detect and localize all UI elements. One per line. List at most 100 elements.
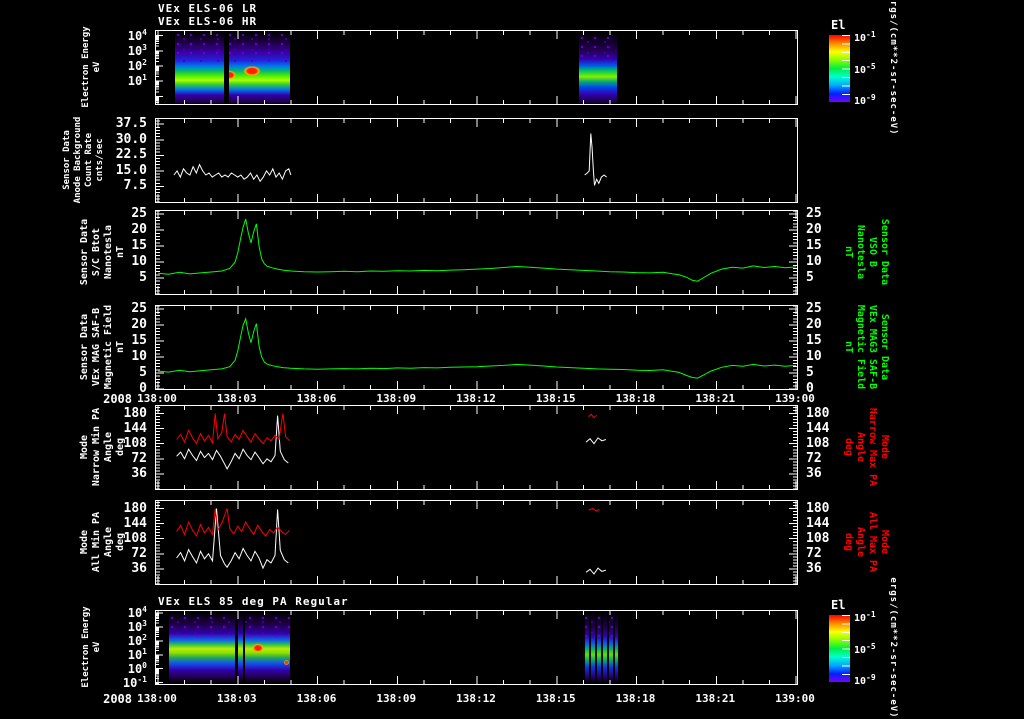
plot-area-p3[interactable] xyxy=(155,210,798,295)
y-tick-label: 72 xyxy=(806,545,822,561)
panel7-ylabel: Electron Energy eV xyxy=(81,606,102,688)
y-tick-label: 30.0 xyxy=(115,131,147,147)
series-all-min-pa-seg2 xyxy=(585,567,607,575)
x-tick-label: 138:09 xyxy=(376,392,417,405)
x-tick-label: 138:15 xyxy=(535,392,576,405)
plot-area-p5[interactable] xyxy=(155,405,798,490)
colorbar-tick-label: 10-5 xyxy=(854,61,876,76)
panel-ticks-and-series xyxy=(156,306,797,389)
y-tick-label: 25 xyxy=(806,301,822,317)
plot-area-p2[interactable] xyxy=(155,118,798,203)
y-tick-label: 144 xyxy=(806,420,830,436)
panel-ticks-and-series xyxy=(156,501,797,584)
y-tick-label: 36 xyxy=(806,560,822,576)
colorbar-tick-label: 10-9 xyxy=(854,672,876,688)
year-label-bottom: 2008 xyxy=(103,692,132,706)
y-tick-label: 15.0 xyxy=(115,162,147,178)
plot-area-p1[interactable] xyxy=(155,30,798,105)
y-tick-label: 10 xyxy=(806,349,822,365)
y-tick-label: 102 xyxy=(127,632,147,648)
y-tick-label: 7.5 xyxy=(123,178,147,194)
panel2-ylabel: Sensor Data Anode Background Count Rate … xyxy=(62,116,105,204)
series-narrow-min-pa-seg1 xyxy=(176,415,289,470)
panel1-ylabel: Electron Energy eV xyxy=(81,26,102,108)
y-tick-label: 25 xyxy=(806,206,822,222)
x-tick-label: 138:18 xyxy=(615,392,656,405)
series-count-rate-seg1 xyxy=(173,163,292,183)
y-tick-label: 103 xyxy=(127,618,147,634)
colorbar-minor-ticks xyxy=(842,615,850,682)
y-tick-label: 108 xyxy=(806,435,830,451)
x-tick-label: 139:00 xyxy=(775,392,815,405)
colorbar-tick-label: 10-1 xyxy=(854,29,876,45)
y-tick-label: 104 xyxy=(127,605,147,621)
x-tick-label: 138:12 xyxy=(456,392,496,405)
y-tick-label: 20 xyxy=(131,317,147,333)
series-narrow-max-pa-seg2 xyxy=(588,413,597,419)
colorbar-label: El xyxy=(831,598,846,612)
y-tick-label: 100 xyxy=(127,660,147,676)
colorbar-tick-label: 10-5 xyxy=(854,641,876,656)
y-tick-label: 108 xyxy=(123,435,147,451)
y-tick-label: 37.5 xyxy=(115,116,147,132)
y-tick-label: 20 xyxy=(806,222,822,238)
colorbar-units-bottom: ergs/(cm**2-sr-sec-eV) xyxy=(888,577,898,719)
y-tick-label: 10 xyxy=(806,254,822,270)
colorbar-tick-label: 10-1 xyxy=(854,609,876,625)
plot-area-p6[interactable] xyxy=(155,500,798,585)
x-tick-label: 138:09 xyxy=(376,692,417,705)
plot-area-p4[interactable] xyxy=(155,305,798,390)
x-tick-label: 138:03 xyxy=(216,692,257,705)
y-tick-label: 102 xyxy=(127,57,147,73)
y-tick-label: 5 xyxy=(806,365,814,381)
panel-ticks-and-series xyxy=(156,611,797,684)
y-tick-label: 15 xyxy=(806,238,822,254)
y-tick-label: 10-1 xyxy=(122,674,147,690)
colorbar-label: El xyxy=(831,18,846,32)
y-tick-label: 180 xyxy=(806,405,830,421)
x-tick-label: 138:21 xyxy=(695,692,736,705)
y-tick-label: 108 xyxy=(123,530,147,546)
series-all-min-pa-seg1 xyxy=(176,508,289,570)
y-tick-label: 25 xyxy=(131,301,147,317)
y-tick-label: 103 xyxy=(127,42,147,58)
x-tick-label: 138:03 xyxy=(216,392,257,405)
x-tick-label: 138:06 xyxy=(296,392,337,405)
y-tick-label: 101 xyxy=(127,646,147,662)
panel-ticks-and-series xyxy=(156,406,797,489)
y-tick-label: 144 xyxy=(123,515,147,531)
series-count-rate-seg2 xyxy=(584,133,608,186)
y-tick-label: 20 xyxy=(806,317,822,333)
series-all-max-pa-seg1 xyxy=(176,508,290,538)
panel1-title-hr: VEx ELS-06 HR xyxy=(158,15,258,28)
plot-window: VEx ELS-06 LR VEx ELS-06 HR VEx ELS 85 d… xyxy=(0,0,1024,719)
y-tick-label: 10 xyxy=(131,349,147,365)
y-tick-label: 72 xyxy=(131,545,147,561)
y-tick-label: 15 xyxy=(131,238,147,254)
y-tick-label: 72 xyxy=(806,450,822,466)
y-tick-label: 104 xyxy=(127,27,147,43)
y-tick-label: 25 xyxy=(131,206,147,222)
y-tick-label: 5 xyxy=(139,365,147,381)
colorbar-units-top: ergs/(cm**2-sr-sec-eV) xyxy=(888,0,898,136)
colorbar-minor-ticks xyxy=(842,35,850,102)
y-tick-label: 5 xyxy=(139,270,147,286)
x-tick-label: 138:12 xyxy=(456,692,496,705)
series-sc-btot xyxy=(157,218,797,282)
y-tick-label: 36 xyxy=(806,465,822,481)
series-narrow-max-pa-seg1 xyxy=(176,413,290,445)
panel1-title-lr: VEx ELS-06 LR xyxy=(158,2,258,15)
series-mag-saf-b xyxy=(157,317,797,379)
y-tick-label: 20 xyxy=(131,222,147,238)
y-tick-label: 15 xyxy=(131,333,147,349)
panel-ticks-and-series xyxy=(156,211,797,294)
x-tick-label: 139:00 xyxy=(775,692,815,705)
x-tick-label: 138:00 xyxy=(137,392,177,405)
y-tick-label: 144 xyxy=(806,515,830,531)
series-narrow-min-pa-seg2 xyxy=(585,437,607,445)
series-all-max-pa-seg2 xyxy=(588,507,600,512)
y-tick-label: 10 xyxy=(131,254,147,270)
x-tick-label: 138:15 xyxy=(535,692,576,705)
x-tick-label: 138:00 xyxy=(137,692,177,705)
plot-area-p7[interactable] xyxy=(155,610,798,685)
